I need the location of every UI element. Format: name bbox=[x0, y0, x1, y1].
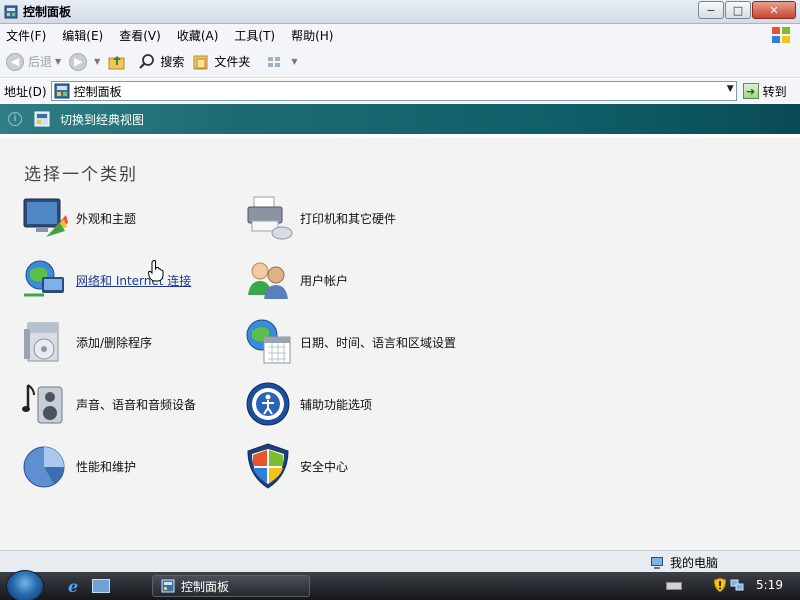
up-folder-icon bbox=[108, 55, 125, 69]
status-bar: 我的电脑 bbox=[0, 550, 800, 572]
category-datetime[interactable]: 日期、时间、语言和区域设置 bbox=[244, 317, 456, 367]
keyboard-icon[interactable] bbox=[666, 582, 682, 590]
security-center-icon bbox=[247, 443, 289, 489]
folders-button[interactable]: 文件夹 bbox=[192, 53, 250, 71]
category-appearance[interactable]: 外观和主题 bbox=[20, 193, 136, 243]
network-status-icon[interactable] bbox=[730, 578, 744, 592]
hand-cursor-icon bbox=[148, 260, 164, 282]
menu-bar: 文件(F) 编辑(E) 查看(V) 收藏(A) 工具(T) 帮助(H) bbox=[0, 24, 800, 46]
menu-view[interactable]: 查看(V) bbox=[119, 27, 161, 44]
forward-arrow-icon: ▶ bbox=[69, 52, 88, 71]
category-users[interactable]: 用户帐户 bbox=[244, 255, 348, 305]
back-label: 后退 bbox=[28, 55, 53, 69]
menu-favorites[interactable]: 收藏(A) bbox=[177, 27, 219, 44]
computer-label: 我的电脑 bbox=[670, 556, 719, 570]
go-arrow-icon: ➜ bbox=[742, 83, 759, 99]
printers-hardware-icon bbox=[247, 196, 293, 240]
main-content: 选择一个类别 外观和主题 网络和 Internet 连接 添加/删除程序 声音、… bbox=[0, 138, 800, 550]
go-label: 转到 bbox=[762, 84, 787, 99]
folders-label: 文件夹 bbox=[214, 55, 251, 69]
category-label: 外观和主题 bbox=[76, 211, 137, 226]
info-icon: i bbox=[8, 112, 22, 126]
forward-button[interactable]: ▶ ▼ bbox=[69, 52, 101, 71]
appearance-themes-icon bbox=[23, 198, 68, 237]
search-button[interactable]: 搜索 bbox=[138, 53, 184, 71]
category-printers[interactable]: 打印机和其它硬件 bbox=[244, 193, 396, 243]
control-panel-icon bbox=[54, 83, 70, 99]
address-dropdown-icon[interactable]: ▼ bbox=[727, 84, 734, 94]
up-folder-button[interactable] bbox=[108, 53, 130, 71]
performance-maintenance-icon bbox=[23, 446, 65, 488]
maximize-button[interactable]: □ bbox=[725, 1, 751, 19]
views-grid-icon bbox=[268, 56, 281, 67]
back-button[interactable]: ◀ 后退 ▼ bbox=[6, 52, 62, 71]
category-network[interactable]: 网络和 Internet 连接 bbox=[20, 255, 191, 305]
category-add-remove[interactable]: 添加/删除程序 bbox=[20, 317, 152, 367]
sounds-audio-icon bbox=[22, 384, 63, 424]
category-sounds[interactable]: 声音、语音和音频设备 bbox=[20, 379, 196, 429]
address-value: 控制面板 bbox=[73, 84, 122, 99]
menu-tools[interactable]: 工具(T) bbox=[234, 27, 275, 44]
folder-icon bbox=[193, 55, 208, 69]
show-desktop-icon[interactable] bbox=[92, 579, 110, 593]
address-label: 地址(D) bbox=[4, 84, 47, 99]
my-computer-icon bbox=[651, 556, 663, 569]
address-input[interactable]: 控制面板 ▼ bbox=[50, 81, 737, 101]
category-label: 用户帐户 bbox=[300, 273, 349, 288]
date-time-region-icon bbox=[246, 319, 291, 364]
menu-edit[interactable]: 编辑(E) bbox=[62, 27, 103, 44]
title-bar: 控制面板 − □ ✕ bbox=[0, 0, 800, 24]
address-bar: 地址(D) 控制面板 ▼ ➜ 转到 bbox=[0, 79, 800, 103]
toolbar: ◀ 后退 ▼ ▶ ▼ 搜索 文件夹 ▼ bbox=[0, 46, 800, 78]
window-controls: − □ ✕ bbox=[697, 1, 796, 19]
menu-help[interactable]: 帮助(H) bbox=[291, 27, 333, 44]
security-shield-icon[interactable] bbox=[714, 578, 726, 592]
chevron-down-icon: ▼ bbox=[94, 57, 101, 66]
category-label: 辅助功能选项 bbox=[300, 397, 373, 412]
switch-view-bar: i 切换到经典视图 bbox=[0, 104, 800, 134]
menu-file[interactable]: 文件(F) bbox=[6, 27, 46, 44]
classic-view-icon bbox=[34, 111, 50, 127]
category-label: 打印机和其它硬件 bbox=[300, 211, 397, 226]
category-label: 性能和维护 bbox=[76, 459, 137, 474]
views-button[interactable]: ▼ bbox=[266, 53, 298, 71]
add-remove-programs-icon bbox=[24, 322, 59, 362]
page-title: 选择一个类别 bbox=[24, 165, 138, 185]
internet-explorer-icon[interactable]: e bbox=[68, 577, 86, 596]
category-label: 安全中心 bbox=[300, 459, 349, 474]
taskbar-item-control-panel[interactable]: 控制面板 bbox=[152, 575, 310, 597]
status-computer: 我的电脑 bbox=[650, 554, 718, 571]
clock[interactable]: 5:19 bbox=[756, 578, 783, 592]
control-panel-icon bbox=[4, 5, 18, 18]
category-performance[interactable]: 性能和维护 bbox=[20, 441, 136, 491]
control-panel-icon bbox=[161, 579, 175, 593]
taskbar-item-label: 控制面板 bbox=[181, 579, 230, 594]
user-accounts-icon bbox=[248, 262, 288, 299]
category-security-center[interactable]: 安全中心 bbox=[244, 441, 348, 491]
category-label: 网络和 Internet 连接 bbox=[76, 273, 192, 288]
go-button[interactable]: ➜ 转到 bbox=[742, 83, 787, 100]
category-label: 声音、语音和音频设备 bbox=[76, 397, 197, 412]
search-icon bbox=[139, 53, 155, 69]
start-button[interactable] bbox=[6, 570, 44, 600]
network-internet-icon bbox=[24, 260, 64, 297]
category-label: 日期、时间、语言和区域设置 bbox=[300, 335, 457, 350]
close-button[interactable]: ✕ bbox=[752, 1, 796, 19]
back-arrow-icon: ◀ bbox=[6, 52, 24, 71]
windows-logo-icon bbox=[772, 27, 790, 43]
category-label: 添加/删除程序 bbox=[76, 335, 153, 350]
window-title: 控制面板 bbox=[23, 5, 72, 19]
chevron-down-icon: ▼ bbox=[55, 57, 62, 66]
category-accessibility[interactable]: 辅助功能选项 bbox=[244, 379, 372, 429]
taskbar: e 控制面板 5:19 bbox=[0, 570, 800, 600]
search-label: 搜索 bbox=[160, 55, 185, 69]
chevron-down-icon: ▼ bbox=[291, 57, 298, 66]
minimize-button[interactable]: − bbox=[698, 1, 724, 19]
switch-to-classic-link[interactable]: 切换到经典视图 bbox=[60, 111, 144, 128]
accessibility-icon bbox=[246, 382, 290, 426]
